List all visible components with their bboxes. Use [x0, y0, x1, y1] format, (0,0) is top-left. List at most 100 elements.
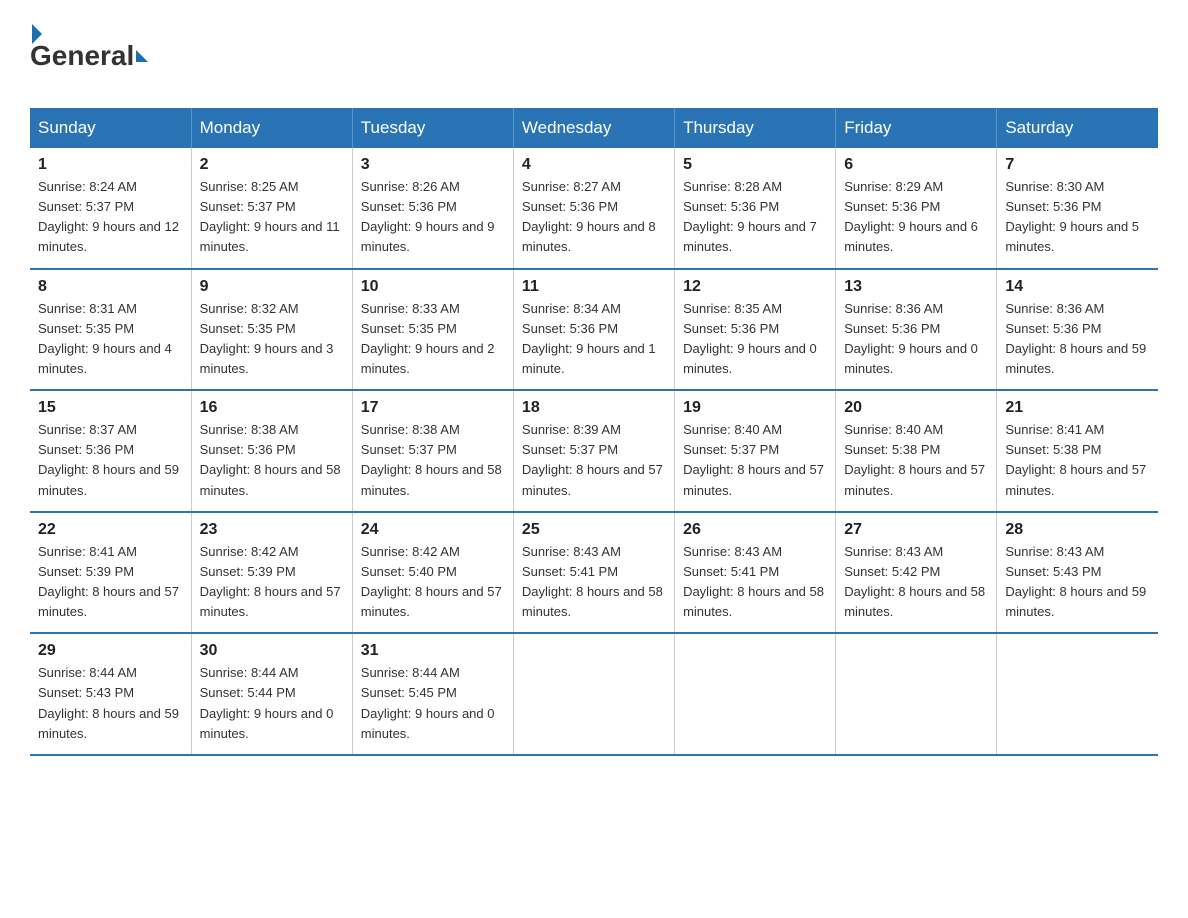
- page-header: General: [30, 20, 1158, 90]
- day-number: 31: [361, 642, 505, 660]
- day-info: Sunrise: 8:32 AMSunset: 5:35 PMDaylight:…: [200, 301, 334, 376]
- day-number: 12: [683, 278, 827, 296]
- day-info: Sunrise: 8:38 AMSunset: 5:36 PMDaylight:…: [200, 422, 341, 497]
- calendar-cell: 20 Sunrise: 8:40 AMSunset: 5:38 PMDaylig…: [836, 390, 997, 512]
- weekday-header-friday: Friday: [836, 108, 997, 148]
- calendar-table: SundayMondayTuesdayWednesdayThursdayFrid…: [30, 108, 1158, 756]
- day-info: Sunrise: 8:43 AMSunset: 5:42 PMDaylight:…: [844, 544, 985, 619]
- day-number: 21: [1005, 399, 1150, 417]
- day-info: Sunrise: 8:29 AMSunset: 5:36 PMDaylight:…: [844, 179, 978, 254]
- day-number: 26: [683, 521, 827, 539]
- day-number: 16: [200, 399, 344, 417]
- day-info: Sunrise: 8:33 AMSunset: 5:35 PMDaylight:…: [361, 301, 495, 376]
- calendar-cell: 19 Sunrise: 8:40 AMSunset: 5:37 PMDaylig…: [675, 390, 836, 512]
- logo-general-text2: General: [30, 40, 134, 72]
- calendar-cell: [675, 633, 836, 755]
- calendar-cell: 31 Sunrise: 8:44 AMSunset: 5:45 PMDaylig…: [352, 633, 513, 755]
- day-info: Sunrise: 8:34 AMSunset: 5:36 PMDaylight:…: [522, 301, 656, 376]
- calendar-cell: 29 Sunrise: 8:44 AMSunset: 5:43 PMDaylig…: [30, 633, 191, 755]
- weekday-header-sunday: Sunday: [30, 108, 191, 148]
- day-info: Sunrise: 8:43 AMSunset: 5:41 PMDaylight:…: [683, 544, 824, 619]
- day-number: 11: [522, 278, 666, 296]
- logo-arrow-icon: [136, 50, 148, 62]
- day-info: Sunrise: 8:31 AMSunset: 5:35 PMDaylight:…: [38, 301, 172, 376]
- calendar-cell: 2 Sunrise: 8:25 AMSunset: 5:37 PMDayligh…: [191, 148, 352, 269]
- calendar-cell: 16 Sunrise: 8:38 AMSunset: 5:36 PMDaylig…: [191, 390, 352, 512]
- day-info: Sunrise: 8:43 AMSunset: 5:43 PMDaylight:…: [1005, 544, 1146, 619]
- calendar-cell: 4 Sunrise: 8:27 AMSunset: 5:36 PMDayligh…: [513, 148, 674, 269]
- calendar-cell: 17 Sunrise: 8:38 AMSunset: 5:37 PMDaylig…: [352, 390, 513, 512]
- day-number: 27: [844, 521, 988, 539]
- day-info: Sunrise: 8:36 AMSunset: 5:36 PMDaylight:…: [1005, 301, 1146, 376]
- calendar-cell: 1 Sunrise: 8:24 AMSunset: 5:37 PMDayligh…: [30, 148, 191, 269]
- calendar-cell: 8 Sunrise: 8:31 AMSunset: 5:35 PMDayligh…: [30, 269, 191, 391]
- calendar-cell: 22 Sunrise: 8:41 AMSunset: 5:39 PMDaylig…: [30, 512, 191, 634]
- day-info: Sunrise: 8:38 AMSunset: 5:37 PMDaylight:…: [361, 422, 502, 497]
- weekday-header-tuesday: Tuesday: [352, 108, 513, 148]
- calendar-cell: 7 Sunrise: 8:30 AMSunset: 5:36 PMDayligh…: [997, 148, 1158, 269]
- day-info: Sunrise: 8:40 AMSunset: 5:37 PMDaylight:…: [683, 422, 824, 497]
- calendar-cell: 26 Sunrise: 8:43 AMSunset: 5:41 PMDaylig…: [675, 512, 836, 634]
- day-info: Sunrise: 8:35 AMSunset: 5:36 PMDaylight:…: [683, 301, 817, 376]
- calendar-cell: 18 Sunrise: 8:39 AMSunset: 5:37 PMDaylig…: [513, 390, 674, 512]
- calendar-cell: 9 Sunrise: 8:32 AMSunset: 5:35 PMDayligh…: [191, 269, 352, 391]
- calendar-cell: 14 Sunrise: 8:36 AMSunset: 5:36 PMDaylig…: [997, 269, 1158, 391]
- calendar-cell: 21 Sunrise: 8:41 AMSunset: 5:38 PMDaylig…: [997, 390, 1158, 512]
- day-number: 1: [38, 156, 183, 174]
- day-info: Sunrise: 8:41 AMSunset: 5:39 PMDaylight:…: [38, 544, 179, 619]
- calendar-cell: 27 Sunrise: 8:43 AMSunset: 5:42 PMDaylig…: [836, 512, 997, 634]
- day-info: Sunrise: 8:43 AMSunset: 5:41 PMDaylight:…: [522, 544, 663, 619]
- day-info: Sunrise: 8:44 AMSunset: 5:44 PMDaylight:…: [200, 665, 334, 740]
- day-number: 20: [844, 399, 988, 417]
- weekday-header-saturday: Saturday: [997, 108, 1158, 148]
- day-number: 18: [522, 399, 666, 417]
- day-number: 19: [683, 399, 827, 417]
- day-info: Sunrise: 8:37 AMSunset: 5:36 PMDaylight:…: [38, 422, 179, 497]
- calendar-cell: 30 Sunrise: 8:44 AMSunset: 5:44 PMDaylig…: [191, 633, 352, 755]
- day-info: Sunrise: 8:27 AMSunset: 5:36 PMDaylight:…: [522, 179, 656, 254]
- logo: General: [30, 20, 150, 90]
- day-info: Sunrise: 8:26 AMSunset: 5:36 PMDaylight:…: [361, 179, 495, 254]
- weekday-header-wednesday: Wednesday: [513, 108, 674, 148]
- day-number: 8: [38, 278, 183, 296]
- calendar-cell: 12 Sunrise: 8:35 AMSunset: 5:36 PMDaylig…: [675, 269, 836, 391]
- day-number: 25: [522, 521, 666, 539]
- day-number: 10: [361, 278, 505, 296]
- calendar-cell: 10 Sunrise: 8:33 AMSunset: 5:35 PMDaylig…: [352, 269, 513, 391]
- day-number: 9: [200, 278, 344, 296]
- day-number: 28: [1005, 521, 1150, 539]
- calendar-week-row: 15 Sunrise: 8:37 AMSunset: 5:36 PMDaylig…: [30, 390, 1158, 512]
- day-number: 7: [1005, 156, 1150, 174]
- calendar-cell: [997, 633, 1158, 755]
- day-number: 6: [844, 156, 988, 174]
- day-info: Sunrise: 8:41 AMSunset: 5:38 PMDaylight:…: [1005, 422, 1146, 497]
- day-info: Sunrise: 8:39 AMSunset: 5:37 PMDaylight:…: [522, 422, 663, 497]
- day-info: Sunrise: 8:42 AMSunset: 5:39 PMDaylight:…: [200, 544, 341, 619]
- day-number: 30: [200, 642, 344, 660]
- day-info: Sunrise: 8:40 AMSunset: 5:38 PMDaylight:…: [844, 422, 985, 497]
- calendar-week-row: 22 Sunrise: 8:41 AMSunset: 5:39 PMDaylig…: [30, 512, 1158, 634]
- calendar-cell: 5 Sunrise: 8:28 AMSunset: 5:36 PMDayligh…: [675, 148, 836, 269]
- calendar-week-row: 29 Sunrise: 8:44 AMSunset: 5:43 PMDaylig…: [30, 633, 1158, 755]
- day-info: Sunrise: 8:30 AMSunset: 5:36 PMDaylight:…: [1005, 179, 1139, 254]
- calendar-cell: 23 Sunrise: 8:42 AMSunset: 5:39 PMDaylig…: [191, 512, 352, 634]
- day-number: 2: [200, 156, 344, 174]
- day-number: 4: [522, 156, 666, 174]
- day-number: 3: [361, 156, 505, 174]
- calendar-cell: 15 Sunrise: 8:37 AMSunset: 5:36 PMDaylig…: [30, 390, 191, 512]
- calendar-cell: [836, 633, 997, 755]
- calendar-cell: 25 Sunrise: 8:43 AMSunset: 5:41 PMDaylig…: [513, 512, 674, 634]
- calendar-cell: 3 Sunrise: 8:26 AMSunset: 5:36 PMDayligh…: [352, 148, 513, 269]
- calendar-cell: 13 Sunrise: 8:36 AMSunset: 5:36 PMDaylig…: [836, 269, 997, 391]
- day-info: Sunrise: 8:25 AMSunset: 5:37 PMDaylight:…: [200, 179, 340, 254]
- weekday-header-thursday: Thursday: [675, 108, 836, 148]
- day-number: 23: [200, 521, 344, 539]
- day-number: 17: [361, 399, 505, 417]
- day-number: 5: [683, 156, 827, 174]
- calendar-cell: [513, 633, 674, 755]
- day-number: 24: [361, 521, 505, 539]
- day-number: 14: [1005, 278, 1150, 296]
- day-info: Sunrise: 8:44 AMSunset: 5:43 PMDaylight:…: [38, 665, 179, 740]
- day-info: Sunrise: 8:42 AMSunset: 5:40 PMDaylight:…: [361, 544, 502, 619]
- day-info: Sunrise: 8:36 AMSunset: 5:36 PMDaylight:…: [844, 301, 978, 376]
